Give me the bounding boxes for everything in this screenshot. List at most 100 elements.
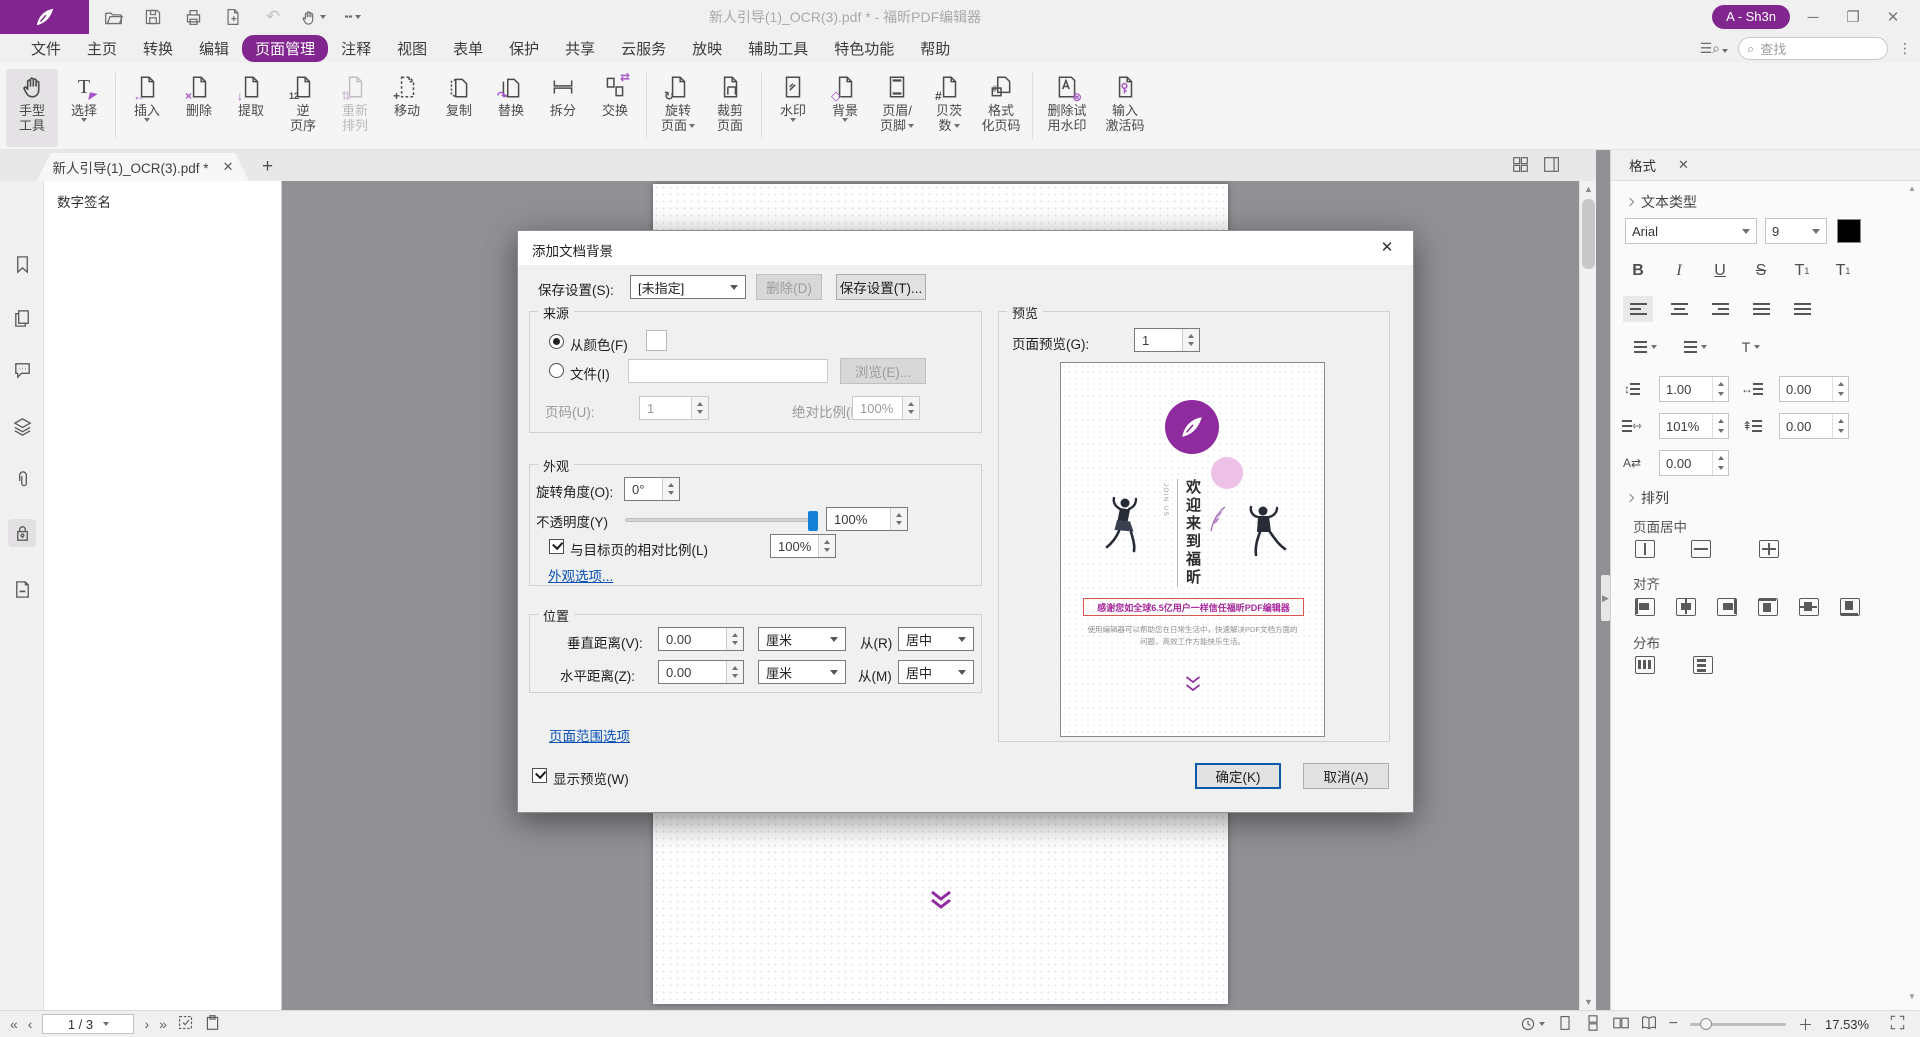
background-color-swatch[interactable] [646,330,667,351]
crop-pages-tool[interactable]: 裁剪 页面 [704,69,756,147]
menu-protect[interactable]: 保护 [496,35,552,62]
horizontal-anchor-select[interactable]: 居中 [898,660,974,684]
dialog-caption[interactable] [518,231,1413,265]
extract-pages-tool[interactable]: ↓ 提取 [225,69,277,147]
restore-button[interactable]: ❐ [1836,3,1870,31]
horizontal-distance-spinner[interactable]: 0.00 [658,660,744,684]
clipboard-icon[interactable] [204,1014,221,1034]
comments-panel-icon[interactable] [8,355,36,383]
menu-file[interactable]: 文件 [18,35,74,62]
rotate-view-icon[interactable] [1520,1016,1545,1032]
destinations-panel-icon[interactable] [8,575,36,603]
menu-share[interactable]: 共享 [552,35,608,62]
watermark-tool[interactable]: 水印 [767,69,819,147]
zoom-in-icon[interactable]: ＋ [1798,1014,1813,1035]
insert-pages-tool[interactable]: ← 插入 [121,69,173,147]
from-file-radio[interactable] [549,363,564,378]
menu-comment[interactable]: 注释 [328,35,384,62]
appearance-options-link[interactable]: 外观选项... [548,565,613,585]
close-button[interactable]: ✕ [1876,3,1910,31]
align-left-icon[interactable] [1623,296,1653,322]
kerning-input[interactable]: 0.00 [1659,450,1729,476]
relative-scale-spinner[interactable]: 100% [770,534,836,558]
panel-scroll-up-icon[interactable]: ▲ [1906,184,1918,196]
font-family-select[interactable]: Arial [1625,218,1757,244]
opacity-slider-knob[interactable] [808,511,818,531]
char-spacing-input[interactable]: 0.00 [1779,376,1849,402]
arrange-header[interactable]: 排列 [1627,488,1669,508]
vertical-unit-select[interactable]: 厘米 [758,627,846,651]
first-page-icon[interactable]: « [10,1016,18,1032]
remove-trial-watermark-tool[interactable]: ⊗ 删除试 用水印 [1038,69,1096,147]
delete-pages-tool[interactable]: × 删除 [173,69,225,147]
center-both-icon[interactable] [1759,540,1779,558]
menu-view[interactable]: 视图 [384,35,440,62]
digital-signatures-panel-icon[interactable] [8,519,36,547]
menu-page-management[interactable]: 页面管理 [242,35,328,62]
header-footer-tool[interactable]: 页眉/ 页脚 [871,69,923,147]
advanced-search-icon[interactable]: ☰⌕ [1700,40,1728,57]
align-right-icon[interactable] [1705,296,1735,322]
minimize-button[interactable]: ─ [1796,3,1830,31]
next-page-icon[interactable]: › [144,1016,149,1032]
align-objects-vcenter-icon[interactable] [1799,598,1819,616]
split-pages-tool[interactable]: 拆分 [537,69,589,147]
relative-scale-checkbox[interactable] [549,539,564,554]
previous-page-icon[interactable]: ‹ [28,1016,33,1032]
italic-icon[interactable]: I [1664,258,1694,284]
snapshot-icon[interactable] [177,1014,194,1034]
scrollbar-thumb[interactable] [1582,199,1595,269]
panel-scroll-down-icon[interactable]: ▼ [1906,992,1918,1004]
format-panel-close-icon[interactable]: ✕ [1678,157,1689,173]
find-input[interactable]: ⌕ 查找 [1738,37,1888,60]
move-pages-tool[interactable]: + 移动 [381,69,433,147]
right-panel-splitter[interactable]: ▶ [1601,575,1610,621]
opacity-spinner[interactable]: 100% [826,507,908,531]
align-objects-hcenter-icon[interactable] [1676,598,1696,616]
menu-accessibility[interactable]: 辅助工具 [735,35,821,62]
reverse-page-order-tool[interactable]: 12 逆 页序 [277,69,329,147]
menu-convert[interactable]: 转换 [130,35,186,62]
from-color-radio[interactable] [549,334,564,349]
superscript-icon[interactable]: T1 [1787,258,1817,284]
zoom-slider[interactable] [1690,1023,1786,1026]
side-panel-toggle-icon[interactable] [1543,156,1560,176]
page-preview-spinner[interactable]: 1 [1134,328,1200,352]
format-page-numbers-tool[interactable]: # 格式 化页码 [975,69,1027,147]
opacity-slider[interactable] [625,518,817,522]
font-size-select[interactable]: 9 [1765,218,1827,244]
menu-home[interactable]: 主页 [74,35,130,62]
horizontal-unit-select[interactable]: 厘米 [758,660,846,684]
bullet-list-icon[interactable] [1673,334,1717,360]
text-direction-icon[interactable]: T [1729,334,1773,360]
continuous-view-icon[interactable] [1585,1015,1601,1034]
more-options-icon[interactable]: ⋮ [1898,40,1912,57]
single-page-view-icon[interactable] [1557,1015,1573,1034]
subscript-icon[interactable]: T1 [1828,258,1858,284]
align-objects-left-icon[interactable] [1635,598,1655,616]
last-page-icon[interactable]: » [159,1016,167,1032]
vertical-distance-spinner[interactable]: 0.00 [658,627,744,651]
menu-special-features[interactable]: 特色功能 [821,35,907,62]
save-settings-select[interactable]: [未指定] [630,275,746,299]
ok-button[interactable]: 确定(K) [1195,763,1281,789]
save-setting-button[interactable]: 保存设置(T)... [836,274,926,300]
center-vertical-icon[interactable] [1691,540,1711,558]
bold-icon[interactable]: B [1623,258,1653,284]
replace-pages-tool[interactable]: ↷ 替换 [485,69,537,147]
menu-form[interactable]: 表单 [440,35,496,62]
enter-activation-code-tool[interactable]: 输入 激活码 [1096,69,1154,147]
text-type-header[interactable]: 文本类型 [1627,192,1697,212]
book-view-icon[interactable] [1641,1015,1657,1034]
menu-present[interactable]: 放映 [679,35,735,62]
align-force-justify-icon[interactable] [1787,296,1817,322]
rotation-spinner[interactable]: 0° [624,477,680,501]
menu-help[interactable]: 帮助 [907,35,963,62]
page-thumbnails-toggle-icon[interactable] [1512,156,1529,176]
scroll-up-icon[interactable]: ▲ [1580,181,1596,197]
line-spacing-input[interactable]: 1.00 [1659,376,1729,402]
dialog-close-icon[interactable]: ✕ [1373,238,1401,260]
duplicate-pages-tool[interactable]: 复制 [433,69,485,147]
strikethrough-icon[interactable]: S [1746,258,1776,284]
document-scrollbar[interactable]: ▲ ▼ [1579,181,1596,1010]
